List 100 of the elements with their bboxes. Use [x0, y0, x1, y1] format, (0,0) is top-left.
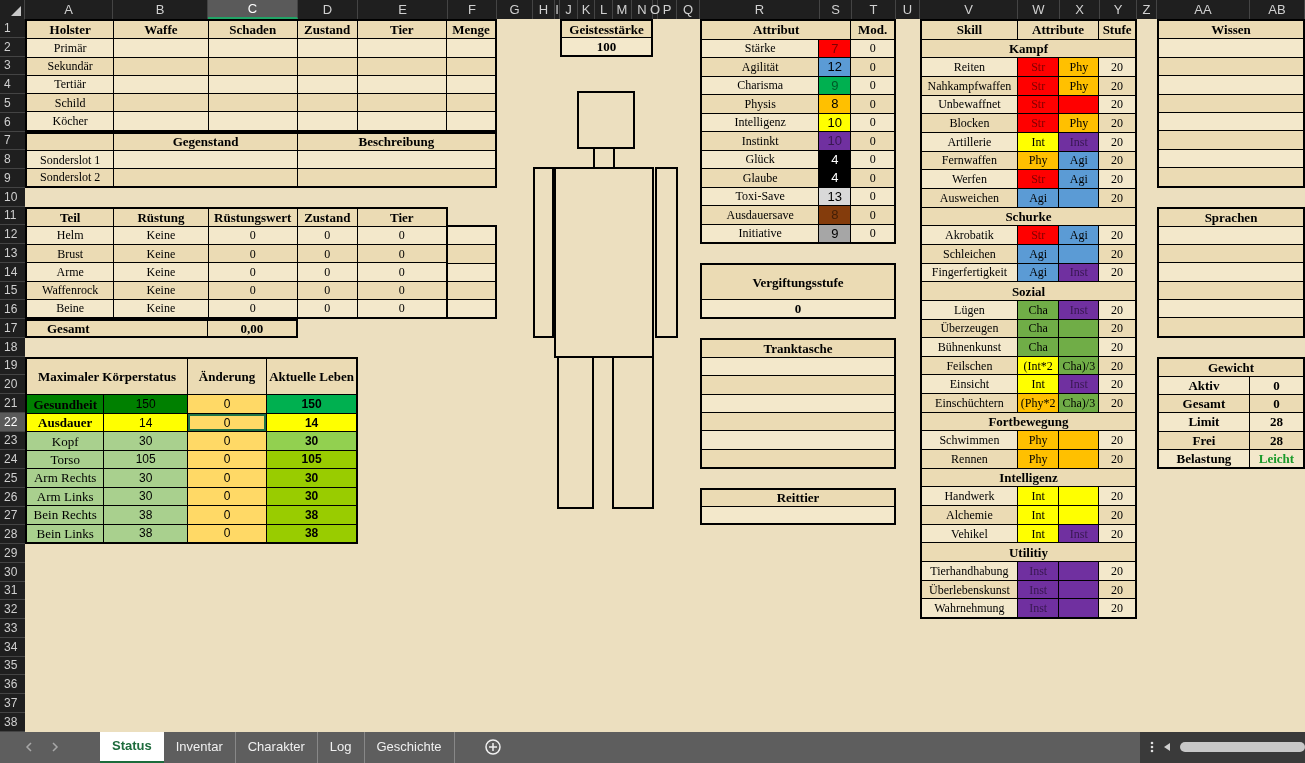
table-cell: Physis [702, 95, 819, 113]
table-cell: 13 [819, 187, 851, 205]
row-header[interactable]: 18 [0, 337, 25, 357]
column-header: Änderung [187, 358, 267, 395]
previous-sheet-icon[interactable] [25, 742, 33, 752]
more-options-icon[interactable] [1150, 741, 1154, 753]
table-cell: 0 [187, 469, 267, 487]
column-header[interactable]: H [533, 0, 555, 19]
table-cell: 30 [104, 469, 187, 487]
table-cell [446, 75, 495, 93]
sheet-tab[interactable]: Log [317, 731, 365, 763]
table-cell: 150 [267, 395, 356, 413]
table-cell [297, 94, 357, 112]
table-cell: 20 [1099, 58, 1135, 76]
table-cell: Reiten [922, 58, 1017, 76]
table-cell: 30 [267, 432, 356, 450]
table-cell: 20 [1099, 375, 1135, 394]
table-cell: 0 [702, 300, 894, 317]
row-header[interactable]: 29 [0, 544, 25, 563]
table-cell: Aktiv [1159, 376, 1249, 394]
table-cell: 20 [1099, 524, 1135, 543]
scrollbar-thumb[interactable] [1179, 742, 1305, 752]
sheet-tab[interactable]: Charakter [235, 731, 318, 763]
table-cell: Cha)/3 [1059, 394, 1099, 412]
table-cell: Inst [1059, 375, 1099, 394]
column-header: Rüstungswert [208, 208, 297, 226]
row-header[interactable]: 10 [0, 187, 25, 207]
table-cell: Cha [1017, 319, 1059, 338]
table-cell: Agi [1017, 263, 1059, 282]
table-cell: Bein Links [27, 524, 104, 542]
table-cell: (Int*2 [1017, 356, 1059, 375]
row-header[interactable]: 33 [0, 619, 25, 638]
table-cell: 30 [267, 469, 356, 487]
table-cell: 0 [851, 95, 894, 113]
table-cell: Inst [1017, 562, 1059, 580]
table-cell: Ausdauer [27, 413, 104, 432]
column-header[interactable]: Q [677, 0, 700, 19]
table-cell: Waffenrock [27, 281, 114, 299]
table-cell: Rennen [922, 450, 1017, 468]
table-cell: 0 [208, 263, 297, 281]
group-header: Intelligenz [922, 468, 1135, 487]
row-header[interactable]: 31 [0, 581, 25, 601]
table-cell: 0,00 [207, 321, 296, 336]
group-header: Utilitiy [922, 543, 1135, 562]
table-cell: 8 [819, 206, 851, 224]
table-cell: 20 [1099, 562, 1135, 580]
row-header[interactable]: 36 [0, 675, 25, 694]
table-cell: Vehikel [922, 524, 1017, 543]
table-cell: Str [1017, 58, 1059, 76]
table-cell: 38 [267, 506, 356, 524]
row-header[interactable]: 37 [0, 694, 25, 713]
table-cell: Int [1017, 375, 1059, 394]
table-cell: 105 [267, 450, 356, 469]
table-cell: 0 [187, 487, 267, 506]
row-header[interactable]: 38 [0, 712, 25, 732]
table-cell: Primär [27, 39, 114, 57]
table-cell: Int [1017, 132, 1059, 151]
row-header[interactable]: 35 [0, 656, 25, 676]
row-header[interactable]: 30 [0, 562, 25, 582]
table-cell: Artillerie [922, 132, 1017, 151]
row-header[interactable]: 34 [0, 637, 25, 657]
table-cell: 20 [1099, 151, 1135, 170]
table-cell: Keine [114, 245, 208, 263]
table-cell: 0 [187, 432, 267, 450]
table-cell: Instinkt [702, 132, 819, 150]
column-header[interactable]: C [208, 0, 298, 19]
table-cell: Tertiär [27, 75, 114, 93]
column-header: Tier [357, 208, 446, 226]
column-header: Geistesstärke [562, 21, 651, 38]
add-sheet-icon[interactable] [484, 739, 501, 755]
table-cell [448, 299, 495, 317]
table-cell: 150 [104, 395, 187, 413]
table-cell: Leicht [1249, 449, 1303, 467]
column-header: Zustand [297, 21, 357, 39]
column-header[interactable]: Z [1137, 0, 1157, 19]
scroll-left-icon[interactable] [1163, 743, 1170, 751]
column-header: Maximaler Körperstatus [27, 358, 187, 395]
table-cell: 20 [1099, 599, 1135, 617]
sheet-tab[interactable]: Status [100, 731, 164, 763]
table-cell: 0 [187, 506, 267, 524]
column-header[interactable]: I [555, 0, 560, 19]
select-all-icon[interactable] [11, 6, 21, 16]
table-cell: 10 [819, 113, 851, 131]
table-cell: 10 [819, 132, 851, 150]
column-header: Holster [27, 21, 114, 39]
sheet-tab[interactable]: Inventar [163, 731, 236, 763]
table-cell: Nahkampfwaffen [922, 76, 1017, 95]
table-cell: 20 [1099, 188, 1135, 207]
table-cell: Initiative [702, 224, 819, 242]
table-cell: Sekundär [27, 57, 114, 75]
row-header[interactable]: 32 [0, 600, 25, 619]
column-header[interactable]: G [497, 0, 533, 19]
table-cell: Ausdauersave [702, 206, 819, 224]
table-cell: 0 [297, 281, 357, 299]
table-cell: 20 [1099, 76, 1135, 95]
table-cell: Agi [1059, 151, 1099, 170]
next-sheet-icon[interactable] [51, 742, 59, 752]
column-header[interactable]: U [896, 0, 920, 19]
table-cell: Arm Links [27, 487, 104, 506]
sheet-tab[interactable]: Geschichte [364, 731, 455, 763]
